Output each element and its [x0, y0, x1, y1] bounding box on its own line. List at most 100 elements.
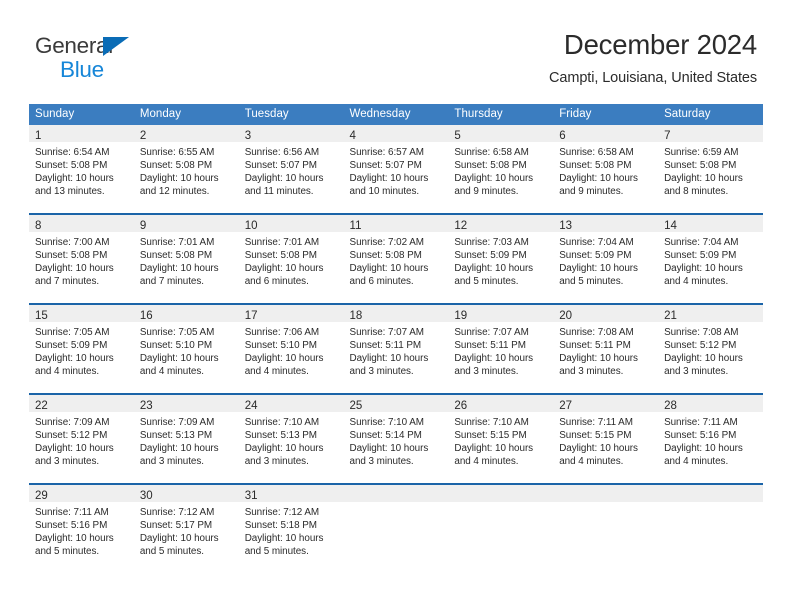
day-number-band: 25 — [343, 395, 449, 412]
sunset-text: Sunset: 5:10 PM — [244, 340, 317, 352]
calendar-day-cell[interactable]: 21 Sunrise: 7:08 AM Sunset: 5:12 PM Dayl… — [658, 303, 763, 394]
calendar-day-cell[interactable]: 3 Sunrise: 6:56 AM Sunset: 5:07 PM Dayli… — [238, 125, 344, 214]
calendar-day-cell[interactable]: 29 Sunrise: 7:11 AM Sunset: 5:16 PM Dayl… — [29, 483, 134, 573]
calendar-day-cell[interactable]: 17 Sunrise: 7:06 AM Sunset: 5:10 PM Dayl… — [238, 303, 344, 394]
daylight-text-line1: Daylight: 10 hours — [664, 353, 743, 365]
weekday-header-tuesday: Tuesday — [238, 104, 344, 125]
calendar-day-cell[interactable]: 30 Sunrise: 7:12 AM Sunset: 5:17 PM Dayl… — [133, 483, 239, 573]
day-number: 27 — [559, 400, 573, 412]
sunrise-text: Sunrise: 7:11 AM — [559, 417, 633, 428]
calendar-day-cell[interactable]: 2 Sunrise: 6:55 AM Sunset: 5:08 PM Dayli… — [133, 125, 239, 214]
daylight-text-line2: and 11 minutes. — [244, 186, 314, 198]
sunset-text: Sunset: 5:07 PM — [349, 160, 422, 172]
day-number-band: 2 — [133, 125, 239, 142]
sunrise-text: Sunrise: 7:01 AM — [139, 237, 215, 248]
calendar-day-cell[interactable]: 14 Sunrise: 7:04 AM Sunset: 5:09 PM Dayl… — [658, 213, 763, 304]
day-number: 12 — [454, 220, 468, 232]
day-cell-inner: 17 Sunrise: 7:06 AM Sunset: 5:10 PM Dayl… — [238, 305, 344, 393]
day-cell-body: Sunrise: 7:01 AM Sunset: 5:08 PM Dayligh… — [239, 232, 344, 288]
daylight-text-line2: and 9 minutes. — [454, 186, 519, 198]
calendar-day-cell[interactable]: 19 Sunrise: 7:07 AM Sunset: 5:11 PM Dayl… — [448, 303, 554, 394]
page-header: General Blue December 2024 Campti, Louis… — [0, 0, 792, 100]
day-cell-inner — [343, 485, 449, 573]
calendar-grid: Sunday Monday Tuesday Wednesday Thursday… — [29, 104, 763, 573]
calendar-day-cell[interactable]: 31 Sunrise: 7:12 AM Sunset: 5:18 PM Dayl… — [238, 483, 344, 573]
daylight-text-line2: and 12 minutes. — [139, 186, 210, 198]
calendar-day-cell[interactable]: 8 Sunrise: 7:00 AM Sunset: 5:08 PM Dayli… — [29, 213, 134, 304]
daylight-text-line2: and 3 minutes. — [664, 366, 729, 378]
day-cell-inner: 30 Sunrise: 7:12 AM Sunset: 5:17 PM Dayl… — [133, 485, 239, 573]
day-cell-body: Sunrise: 7:10 AM Sunset: 5:14 PM Dayligh… — [344, 412, 449, 468]
day-cell-inner: 16 Sunrise: 7:05 AM Sunset: 5:10 PM Dayl… — [133, 305, 239, 393]
weekday-header-thursday: Thursday — [448, 104, 554, 125]
sunset-text: Sunset: 5:08 PM — [244, 250, 317, 262]
calendar-day-cell[interactable]: 7 Sunrise: 6:59 AM Sunset: 5:08 PM Dayli… — [658, 125, 763, 214]
calendar-day-cell[interactable]: 24 Sunrise: 7:10 AM Sunset: 5:13 PM Dayl… — [238, 393, 344, 484]
daylight-text-line1: Daylight: 10 hours — [139, 533, 219, 545]
calendar-page: General Blue December 2024 Campti, Louis… — [0, 0, 792, 612]
day-number: 18 — [349, 310, 363, 322]
day-cell-inner — [658, 485, 763, 573]
sunset-text: Sunset: 5:14 PM — [349, 430, 422, 442]
day-number: 30 — [139, 490, 153, 502]
calendar-day-cell[interactable]: 11 Sunrise: 7:02 AM Sunset: 5:08 PM Dayl… — [343, 213, 449, 304]
day-number-band: 21 — [658, 305, 763, 322]
sunset-text: Sunset: 5:15 PM — [454, 430, 527, 442]
calendar-day-cell[interactable]: 6 Sunrise: 6:58 AM Sunset: 5:08 PM Dayli… — [553, 125, 659, 214]
calendar-day-cell[interactable]: 10 Sunrise: 7:01 AM Sunset: 5:08 PM Dayl… — [238, 213, 344, 304]
generalblue-logo[interactable]: General Blue — [35, 33, 235, 85]
day-cell-body: Sunrise: 7:11 AM Sunset: 5:16 PM Dayligh… — [29, 502, 134, 558]
calendar-day-cell[interactable]: 13 Sunrise: 7:04 AM Sunset: 5:09 PM Dayl… — [553, 213, 659, 304]
calendar-day-cell[interactable]: 16 Sunrise: 7:05 AM Sunset: 5:10 PM Dayl… — [133, 303, 239, 394]
calendar-day-cell[interactable]: 5 Sunrise: 6:58 AM Sunset: 5:08 PM Dayli… — [448, 125, 554, 214]
day-number: 9 — [139, 220, 147, 232]
daylight-text-line2: and 7 minutes. — [139, 276, 204, 288]
calendar-day-cell[interactable]: 28 Sunrise: 7:11 AM Sunset: 5:16 PM Dayl… — [658, 393, 763, 484]
sunrise-text: Sunrise: 6:57 AM — [349, 147, 424, 158]
calendar-day-cell[interactable]: 26 Sunrise: 7:10 AM Sunset: 5:15 PM Dayl… — [448, 393, 554, 484]
calendar-day-cell[interactable]: 20 Sunrise: 7:08 AM Sunset: 5:11 PM Dayl… — [553, 303, 659, 394]
day-number-band: 7 — [658, 125, 763, 142]
day-cell-body: Sunrise: 7:10 AM Sunset: 5:13 PM Dayligh… — [239, 412, 344, 468]
calendar-day-cell[interactable]: 9 Sunrise: 7:01 AM Sunset: 5:08 PM Dayli… — [133, 213, 239, 304]
daylight-text-line1: Daylight: 10 hours — [139, 173, 219, 185]
day-cell-body: Sunrise: 7:06 AM Sunset: 5:10 PM Dayligh… — [239, 322, 344, 378]
calendar-day-cell[interactable]: 1 Sunrise: 6:54 AM Sunset: 5:08 PM Dayli… — [29, 125, 134, 214]
day-cell-inner: 27 Sunrise: 7:11 AM Sunset: 5:15 PM Dayl… — [553, 395, 659, 483]
day-number: 16 — [139, 310, 153, 322]
calendar-day-cell[interactable]: 15 Sunrise: 7:05 AM Sunset: 5:09 PM Dayl… — [29, 303, 134, 394]
daylight-text-line2: and 10 minutes. — [349, 186, 420, 198]
calendar-day-cell[interactable]: 22 Sunrise: 7:09 AM Sunset: 5:12 PM Dayl… — [29, 393, 134, 484]
sunset-text: Sunset: 5:11 PM — [349, 340, 422, 352]
logo-triangle-icon — [103, 37, 129, 56]
calendar-day-cell[interactable]: 4 Sunrise: 6:57 AM Sunset: 5:07 PM Dayli… — [343, 125, 449, 214]
sunset-text: Sunset: 5:16 PM — [35, 520, 108, 532]
calendar-day-cell[interactable]: 23 Sunrise: 7:09 AM Sunset: 5:13 PM Dayl… — [133, 393, 239, 484]
day-number-band: 27 — [553, 395, 659, 412]
logo-text-general: General — [35, 33, 113, 58]
day-cell-body: Sunrise: 7:02 AM Sunset: 5:08 PM Dayligh… — [344, 232, 449, 288]
sunset-text: Sunset: 5:13 PM — [244, 430, 317, 442]
day-cell-inner: 26 Sunrise: 7:10 AM Sunset: 5:15 PM Dayl… — [448, 395, 554, 483]
calendar-day-cell[interactable]: 27 Sunrise: 7:11 AM Sunset: 5:15 PM Dayl… — [553, 393, 659, 484]
day-cell-inner: 10 Sunrise: 7:01 AM Sunset: 5:08 PM Dayl… — [238, 215, 344, 303]
sunrise-text: Sunrise: 7:12 AM — [139, 507, 215, 518]
sunset-text: Sunset: 5:09 PM — [35, 340, 108, 352]
calendar-day-cell[interactable]: 12 Sunrise: 7:03 AM Sunset: 5:09 PM Dayl… — [448, 213, 554, 304]
page-title: December 2024 — [563, 29, 757, 60]
day-number-band — [343, 485, 449, 502]
daylight-text-line1: Daylight: 10 hours — [35, 263, 114, 275]
calendar-day-cell[interactable]: 18 Sunrise: 7:07 AM Sunset: 5:11 PM Dayl… — [343, 303, 449, 394]
calendar-day-cell[interactable]: 25 Sunrise: 7:10 AM Sunset: 5:14 PM Dayl… — [343, 393, 449, 484]
calendar-day-cell-empty — [448, 483, 554, 573]
day-cell-inner: 24 Sunrise: 7:10 AM Sunset: 5:13 PM Dayl… — [238, 395, 344, 483]
sunrise-text: Sunrise: 7:02 AM — [349, 237, 424, 248]
daylight-text-line1: Daylight: 10 hours — [35, 173, 114, 185]
day-cell-body: Sunrise: 6:57 AM Sunset: 5:07 PM Dayligh… — [344, 142, 449, 198]
day-cell-inner — [553, 485, 659, 573]
sunrise-text: Sunrise: 7:07 AM — [454, 327, 529, 338]
daylight-text-line2: and 5 minutes. — [454, 276, 519, 288]
day-number: 3 — [244, 130, 252, 142]
day-number-band: 22 — [29, 395, 134, 412]
daylight-text-line2: and 3 minutes. — [35, 456, 100, 468]
